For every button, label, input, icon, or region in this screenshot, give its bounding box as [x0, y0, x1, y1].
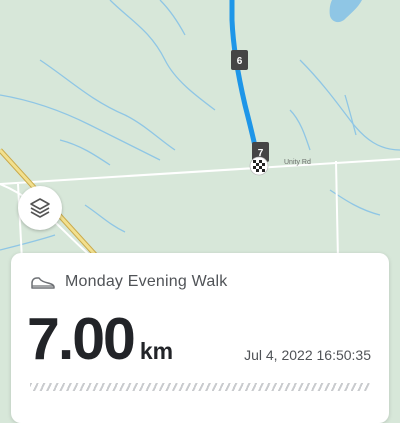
- distance-unit: km: [139, 338, 174, 364]
- distance-value: 7.00: [27, 306, 136, 372]
- activity-name: Monday Evening Walk: [65, 273, 228, 290]
- finish-flag-icon[interactable]: [249, 156, 269, 176]
- road-label: Unity Rd: [284, 159, 311, 166]
- distance-display: 7.00 km: [27, 305, 173, 373]
- km-marker-label: 6: [237, 56, 243, 67]
- card-divider: [30, 383, 370, 391]
- shoe-icon: [31, 277, 55, 289]
- km-marker[interactable]: 6: [231, 50, 248, 70]
- layers-icon: [30, 198, 50, 218]
- activity-header: Monday Evening Walk: [30, 273, 227, 291]
- activity-card[interactable]: Monday Evening Walk 7.00 km Jul 4, 2022 …: [11, 253, 389, 423]
- activity-timestamp: Jul 4, 2022 16:50:35: [244, 347, 371, 363]
- map-layers-button[interactable]: [18, 186, 62, 230]
